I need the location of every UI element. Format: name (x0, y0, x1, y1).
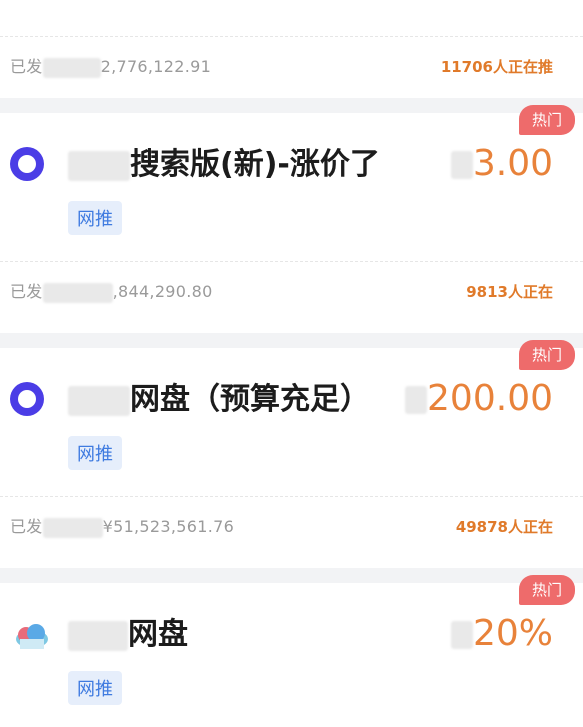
task-card-partial[interactable]: 已发 2,776,122.91 11706人正在推 (0, 0, 583, 98)
task-price: 3.00 (450, 143, 553, 184)
people-count: 11706人正在推 (440, 58, 553, 76)
card-footer: 已发 ¥51,523,561.76 49878人正在 (0, 496, 583, 557)
people-count: 9813人正在 (466, 283, 553, 301)
task-card[interactable]: 热门 搜索版(新)-涨价了 3.00 网推 已发 ,844,290.80 9813… (0, 105, 583, 333)
sent-amount: 已发 2,776,122.91 (10, 57, 212, 78)
hot-badge: 热门 (519, 105, 575, 135)
card-footer: 已发 2,776,122.91 11706人正在推 (0, 36, 583, 97)
card-footer: 已发 ,844,290.80 9813人正在 (0, 261, 583, 322)
task-price: 20% (450, 613, 553, 654)
tag-wangtui: 网推 (68, 671, 122, 705)
tag-wangtui: 网推 (68, 201, 122, 235)
app-logo-icon (10, 382, 44, 416)
task-price: 200.00 (405, 378, 553, 419)
task-title: 网盘 (68, 609, 188, 653)
sent-amount: 已发 ,844,290.80 (10, 282, 213, 303)
tag-wangtui: 网推 (68, 436, 122, 470)
task-card[interactable]: 热门 网盘（预算充足） 200.00 网推 已发 ¥51,523,561.76 4… (0, 340, 583, 568)
hot-badge: 热门 (519, 575, 575, 605)
people-count: 49878人正在 (455, 518, 553, 536)
task-title: 搜索版(新)-涨价了 (68, 139, 380, 183)
app-logo-icon (10, 147, 44, 181)
task-title: 网盘（预算充足） (68, 374, 370, 418)
cloud-logo-icon (16, 624, 48, 649)
hot-badge: 热门 (519, 340, 575, 370)
task-card[interactable]: 热门 网盘 20% 网推 (0, 575, 583, 727)
sent-amount: 已发 ¥51,523,561.76 (10, 517, 235, 538)
